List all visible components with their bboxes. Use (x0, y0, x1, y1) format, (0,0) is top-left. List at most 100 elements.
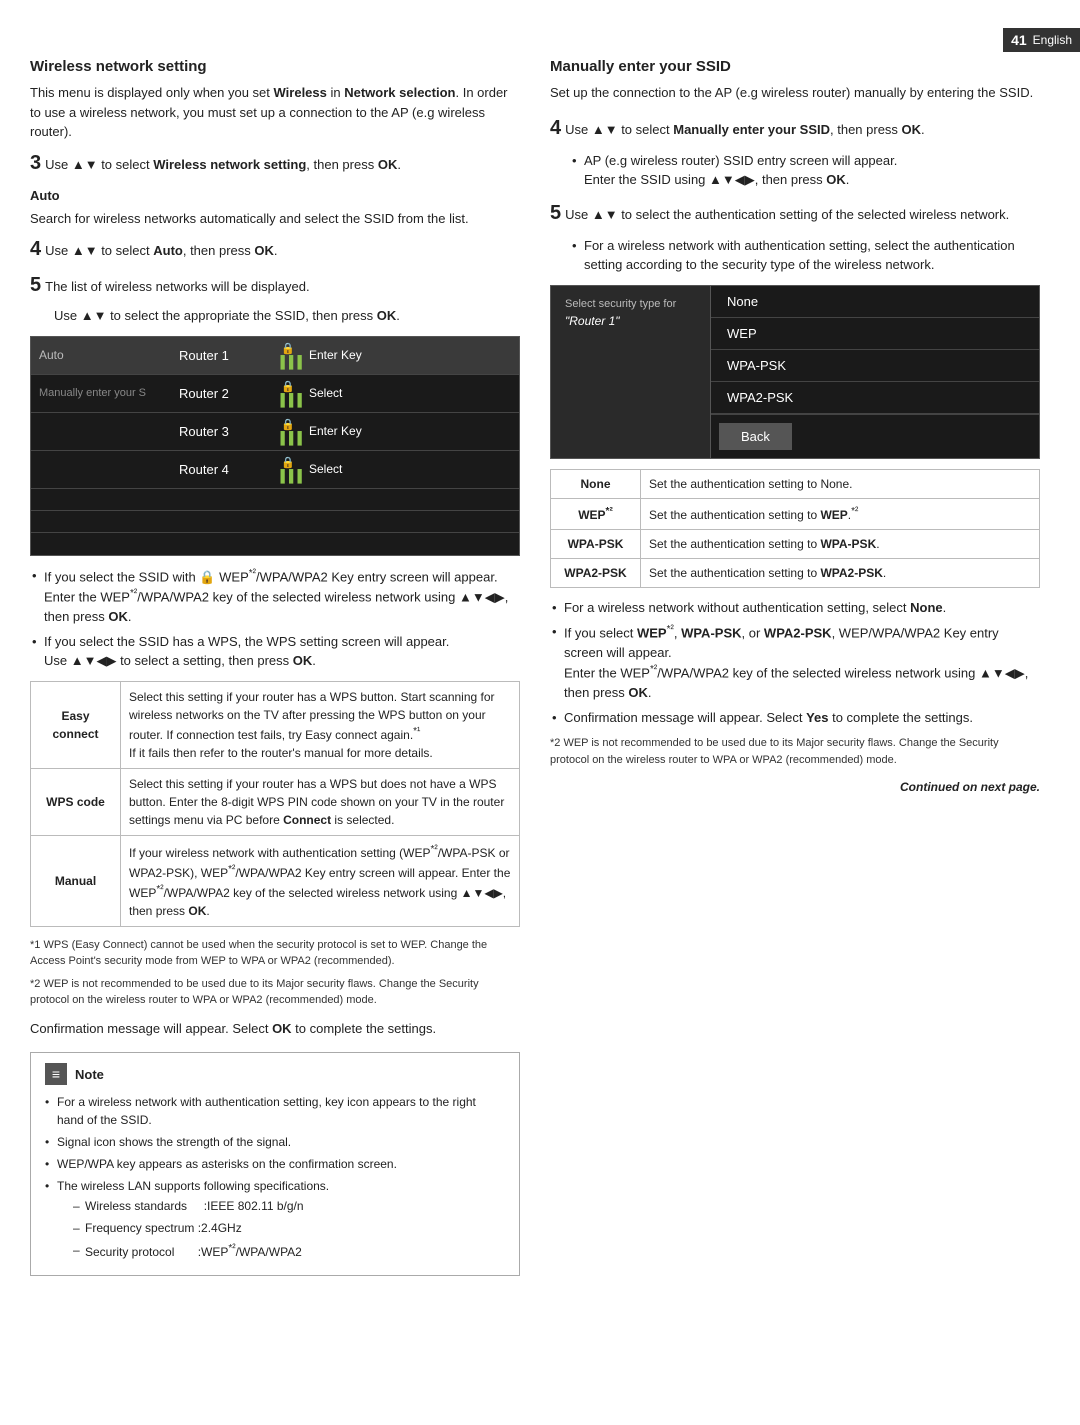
step5-auto-line: 5 The list of wireless networks will be … (30, 270, 520, 300)
security-box-right: None WEP WPA-PSK WPA2-PSK Back (711, 286, 1039, 458)
auth-type-wep: WEP*² (551, 498, 641, 529)
note-list: For a wireless network with authenticati… (45, 1093, 505, 1261)
security-footer: Back (711, 414, 1039, 458)
section-title-manual: Manually enter your SSID (550, 58, 1040, 75)
router-row-4: Router 4 🔒▐▐▐ Select (31, 451, 519, 489)
back-btn-row: Back (711, 414, 1039, 458)
note-item-1: For a wireless network with authenticati… (45, 1093, 505, 1129)
step5-right-num: 5 (550, 198, 561, 228)
step3-line: 3 Use ▲▼ to select Wireless network sett… (30, 148, 520, 178)
note-item-4: The wireless LAN supports following spec… (45, 1177, 505, 1261)
confirm-line-left: Confirmation message will appear. Select… (30, 1019, 520, 1039)
auth-row-wep: WEP*² Set the authentication setting to … (551, 498, 1040, 529)
note-box: ≡ Note For a wireless network with authe… (30, 1052, 520, 1276)
step4-right-line: 4 Use ▲▼ to select Manually enter your S… (550, 113, 1040, 143)
step5-text: The list of wireless networks will be di… (45, 277, 309, 297)
language-label: English (1033, 33, 1072, 47)
router-signal-3: 🔒▐▐▐ (269, 418, 309, 445)
wep-bullet-1: If you select the SSID with 🔒 WEP*²/WPA/… (30, 566, 520, 627)
auth-row-none: None Set the authentication setting to N… (551, 469, 1040, 498)
auth-desc-none: Set the authentication setting to None. (641, 469, 1040, 498)
method-row-easy: Easy connect Select this setting if your… (31, 681, 520, 768)
wep-bullets: If you select the SSID with 🔒 WEP*²/WPA/… (30, 566, 520, 671)
method-desc-wps: Select this setting if your router has a… (121, 768, 520, 835)
note-specs: Wireless standards :IEEE 802.11 b/g/n Fr… (57, 1197, 505, 1261)
step3-text: Use ▲▼ to select Wireless network settin… (45, 155, 401, 175)
security-box-left: Select security type for "Router 1" (551, 286, 711, 458)
router-cell-label-1: Auto (39, 348, 179, 362)
auth-type-none: None (551, 469, 641, 498)
method-label-manual: Manual (31, 835, 121, 926)
wps-bullet-1: If you select the SSID has a WPS, the WP… (30, 632, 520, 671)
router-cell-name-4: Router 4 (179, 462, 269, 477)
note-label: Note (75, 1067, 104, 1082)
step5-sub-list: For a wireless network with authenticati… (550, 236, 1040, 275)
router-cell-name-1: Router 1 (179, 348, 269, 363)
router-action-3: Enter Key (309, 424, 511, 438)
step5-right-line: 5 Use ▲▼ to select the authentication se… (550, 198, 1040, 228)
auto-heading: Auto (30, 188, 520, 203)
auth-bullet-2: If you select WEP*², WPA-PSK, or WPA2-PS… (550, 622, 1040, 703)
connect-method-table: Easy connect Select this setting if your… (30, 681, 520, 927)
router-row-empty1 (31, 489, 519, 511)
auth-desc-wep: Set the authentication setting to WEP.*² (641, 498, 1040, 529)
section-title-wireless: Wireless network setting (30, 58, 520, 75)
step4-num: 4 (30, 234, 41, 264)
router-cell-label-2: Manually enter your S (39, 387, 179, 399)
step3-num: 3 (30, 148, 41, 178)
footnote2-right: *2 WEP is not recommended to be used due… (550, 735, 1040, 768)
step4-sub-list: AP (e.g wireless router) SSID entry scre… (550, 151, 1040, 190)
method-label-wps: WPS code (31, 768, 121, 835)
step4-sub-bullet1: AP (e.g wireless router) SSID entry scre… (570, 151, 1040, 190)
router-signal-2: 🔒▐▐▐ (269, 380, 309, 407)
spec-freq: Frequency spectrum :2.4GHz (73, 1219, 505, 1237)
method-desc-manual: If your wireless network with authentica… (121, 835, 520, 926)
method-row-wps: WPS code Select this setting if your rou… (31, 768, 520, 835)
spec-standards: Wireless standards :IEEE 802.11 b/g/n (73, 1197, 505, 1215)
router-action-1: Enter Key (309, 348, 511, 362)
auth-desc-wpa-psk: Set the authentication setting to WPA-PS… (641, 529, 1040, 558)
router-row-empty2 (31, 511, 519, 533)
method-label-easy: Easy connect (31, 681, 121, 768)
note-icon: ≡ (45, 1063, 67, 1085)
security-option-wep[interactable]: WEP (711, 318, 1039, 350)
auth-bullets: For a wireless network without authentic… (550, 598, 1040, 728)
step4-auto-line: 4 Use ▲▼ to select Auto, then press OK. (30, 234, 520, 264)
note-item-2: Signal icon shows the strength of the si… (45, 1133, 505, 1151)
right-intro: Set up the connection to the AP (e.g wir… (550, 83, 1040, 103)
page-badge: 41 English (1003, 28, 1080, 52)
security-router-name: "Router 1" (565, 314, 696, 328)
router-signal-1: 🔒▐▐▐ (269, 342, 309, 369)
router-row-2: Manually enter your S Router 2 🔒▐▐▐ Sele… (31, 375, 519, 413)
auth-type-wpa-psk: WPA-PSK (551, 529, 641, 558)
intro-text: This menu is displayed only when you set… (30, 83, 520, 142)
router-row-3: Router 3 🔒▐▐▐ Enter Key (31, 413, 519, 451)
step4-text: Use ▲▼ to select Auto, then press OK. (45, 241, 277, 261)
step5-sub-bullet1: For a wireless network with authenticati… (570, 236, 1040, 275)
footnote2-left: *2 WEP is not recommended to be used due… (30, 976, 520, 1009)
security-type-box: Select security type for "Router 1" None… (550, 285, 1040, 459)
step4-right-num: 4 (550, 113, 561, 143)
security-option-wpa2-psk[interactable]: WPA2-PSK (711, 382, 1039, 414)
security-option-wpa-psk[interactable]: WPA-PSK (711, 350, 1039, 382)
method-row-manual: Manual If your wireless network with aut… (31, 835, 520, 926)
auth-type-wpa2-psk: WPA2-PSK (551, 558, 641, 587)
auth-table: None Set the authentication setting to N… (550, 469, 1040, 588)
router-cell-name-3: Router 3 (179, 424, 269, 439)
back-button[interactable]: Back (719, 423, 792, 450)
method-desc-easy: Select this setting if your router has a… (121, 681, 520, 768)
router-action-2: Select (309, 386, 511, 400)
note-header: ≡ Note (45, 1063, 505, 1085)
step4-right-text: Use ▲▼ to select Manually enter your SSI… (565, 120, 925, 140)
auto-desc: Search for wireless networks automatical… (30, 209, 520, 229)
auth-desc-wpa2-psk: Set the authentication setting to WPA2-P… (641, 558, 1040, 587)
router-row-1: Auto Router 1 🔒▐▐▐ Enter Key (31, 337, 519, 375)
router-signal-4: 🔒▐▐▐ (269, 456, 309, 483)
security-label-text: Select security type for (565, 298, 696, 310)
router-action-4: Select (309, 462, 511, 476)
security-option-none[interactable]: None (711, 286, 1039, 318)
continued-text: Continued on next page. (550, 778, 1040, 796)
router-select-box: Auto Router 1 🔒▐▐▐ Enter Key Manually en… (30, 336, 520, 556)
right-column: Manually enter your SSID Set up the conn… (550, 58, 1040, 1276)
left-column: Wireless network setting This menu is di… (30, 58, 520, 1276)
